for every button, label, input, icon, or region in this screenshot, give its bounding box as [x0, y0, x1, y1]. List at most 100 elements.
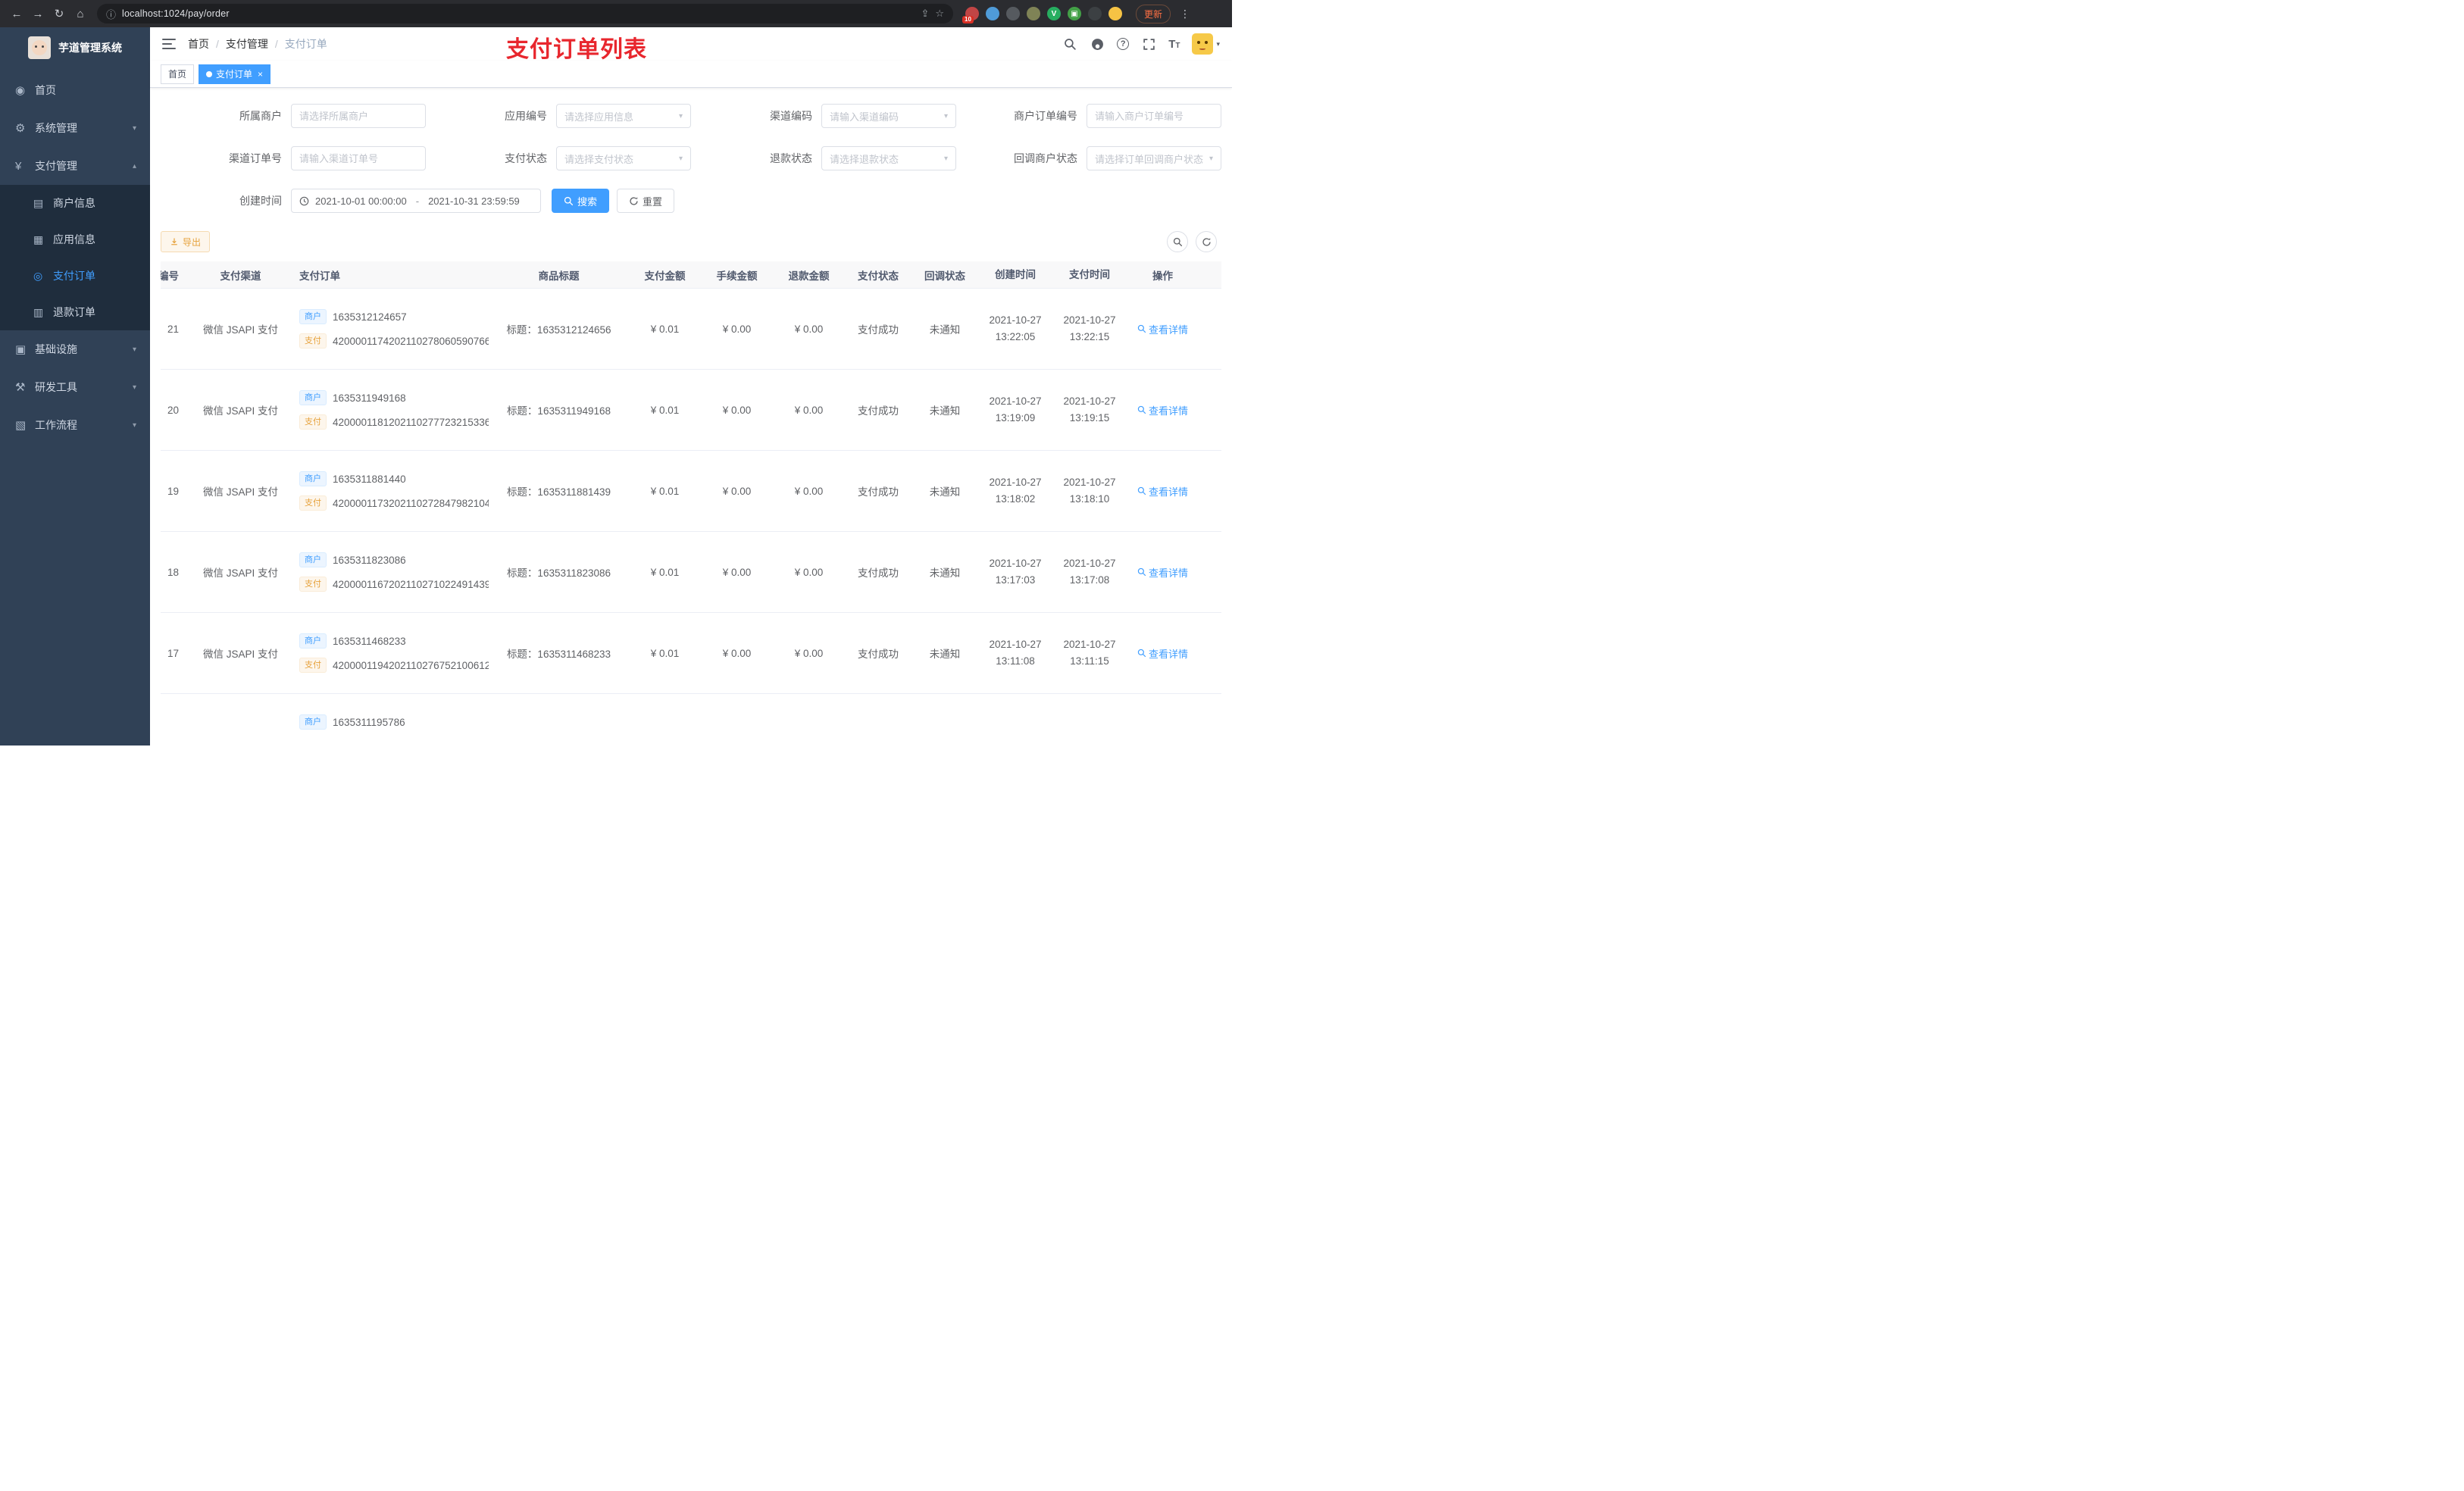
fee-amount: ¥ 0.00	[722, 404, 752, 416]
dashboard-icon: ◉	[15, 84, 26, 97]
merchant-order-no-input[interactable]	[1087, 104, 1221, 128]
pay-time	[1052, 728, 1127, 740]
bookmark-star-icon[interactable]: ☆	[935, 8, 944, 20]
sidebar-menu: ◉ 首页 ⚙ 系统管理 ▾ ¥ 支付管理 ▴ ▤ 商户信息 ▦ 应用信息 ◎ 支…	[0, 68, 150, 444]
app-id-select[interactable]: 请选择应用信息 ▾	[556, 104, 691, 128]
grid-icon: ▦	[33, 233, 44, 245]
extension-circle-icon[interactable]	[1006, 7, 1020, 20]
payment-submenu: ▤ 商户信息 ▦ 应用信息 ◎ 支付订单 ▥ 退款订单	[0, 185, 150, 330]
help-icon[interactable]: ?	[1117, 38, 1130, 50]
sidebar-item-refund-order[interactable]: ▥ 退款订单	[0, 294, 150, 330]
refund-amount: ¥ 0.00	[794, 647, 824, 659]
refund-status-select[interactable]: 请选择退款状态 ▾	[821, 146, 956, 170]
filter-create-time: 创建时间	[161, 189, 291, 213]
view-detail-link[interactable]: 查看详情	[1137, 646, 1188, 661]
export-button[interactable]: 导出	[161, 231, 211, 252]
share-icon[interactable]: ⇪	[921, 8, 929, 20]
breadcrumb-home[interactable]: 首页	[188, 36, 209, 52]
refund-amount: ¥ 0.00	[794, 485, 824, 497]
user-menu[interactable]: ▾	[1192, 33, 1220, 55]
sidebar-item-payment[interactable]: ¥ 支付管理 ▴	[0, 147, 150, 185]
merchant-input[interactable]	[291, 104, 426, 128]
page-title-annotation: 支付订单列表	[506, 37, 647, 62]
search-icon	[1137, 486, 1146, 495]
tab-pay-order[interactable]: 支付订单 ×	[199, 64, 271, 84]
chat-extension-icon[interactable]: ▣	[1068, 7, 1081, 20]
view-detail-link[interactable]: 查看详情	[1137, 403, 1188, 417]
channel-code-select[interactable]: 请输入渠道编码 ▾	[821, 104, 956, 128]
forward-button[interactable]: →	[29, 5, 47, 23]
navbar-actions: ? TT ▾	[1062, 33, 1220, 55]
fullscreen-icon[interactable]	[1141, 36, 1156, 52]
sidebar-item-merchant-info[interactable]: ▤ 商户信息	[0, 185, 150, 221]
merchant-tag: 商户	[299, 471, 327, 486]
v-logo-icon[interactable]: V	[1047, 7, 1061, 20]
breadcrumb: 首页 / 支付管理 / 支付订单	[188, 36, 327, 52]
create-time: 2021-10-27 13:17:03	[989, 558, 1042, 586]
site-info-icon[interactable]: ⓘ	[106, 7, 116, 21]
channel-order-no-input[interactable]	[291, 146, 426, 170]
pin-extension-icon[interactable]	[1088, 7, 1102, 20]
hamburger-icon[interactable]	[162, 39, 176, 49]
view-detail-link[interactable]: 查看详情	[1137, 484, 1188, 499]
notify-status-select[interactable]: 请选择订单回调商户状态 ▾	[1087, 146, 1221, 170]
extension-olive-icon[interactable]	[1027, 7, 1040, 20]
filter-notify-status: 回调商户状态 请选择订单回调商户状态 ▾	[956, 146, 1221, 170]
chevron-down-icon: ▾	[1209, 154, 1213, 163]
reset-button[interactable]: 重置	[617, 189, 675, 213]
sidebar: 芋道管理系统 ◉ 首页 ⚙ 系统管理 ▾ ¥ 支付管理 ▴ ▤ 商户信息 ▦ 应…	[0, 27, 150, 746]
date-end: 2021-10-31 23:59:59	[428, 195, 520, 207]
drop-pin-icon[interactable]	[986, 7, 999, 20]
search-icon[interactable]	[1062, 36, 1077, 52]
browser-menu-icon[interactable]: ⋮	[1175, 8, 1195, 20]
yen-icon: ¥	[15, 159, 22, 173]
product-title: 标题：1635312124656	[506, 324, 611, 336]
pay-channel: 微信 JSAPI 支付	[202, 324, 278, 336]
notify-status: 未通知	[929, 486, 961, 498]
tab-home[interactable]: 首页	[161, 64, 195, 84]
close-icon[interactable]: ×	[258, 69, 263, 80]
merchant-order-no: 1635311823086	[333, 554, 406, 566]
avatar	[1192, 33, 1214, 55]
pay-time: 2021-10-27 13:17:08	[1063, 558, 1116, 586]
sidebar-item-pay-order[interactable]: ◎ 支付订单	[0, 258, 150, 294]
actions-cell: 查看详情	[1127, 640, 1199, 667]
view-detail-link[interactable]: 查看详情	[1137, 565, 1188, 580]
search-icon	[564, 196, 574, 205]
breadcrumb-payment[interactable]: 支付管理	[226, 36, 268, 52]
back-button[interactable]: ←	[8, 5, 26, 23]
filter-refund-status: 退款状态 请选择退款状态 ▾	[691, 146, 956, 170]
search-button[interactable]: 搜索	[552, 189, 610, 213]
sidebar-item-workflow[interactable]: ▧ 工作流程 ▾	[0, 406, 150, 444]
create-time-range-picker[interactable]: 2021-10-01 00:00:00 - 2021-10-31 23:59:5…	[291, 189, 541, 213]
app-logo[interactable]: 芋道管理系统	[0, 27, 150, 68]
refresh-table-button[interactable]	[1196, 231, 1217, 252]
sidebar-item-home[interactable]: ◉ 首页	[0, 71, 150, 109]
refund-amount: ¥ 0.00	[794, 323, 824, 335]
home-button[interactable]: ⌂	[71, 5, 89, 23]
view-detail-link[interactable]: 查看详情	[1137, 322, 1188, 336]
update-button[interactable]: 更新	[1136, 4, 1171, 23]
font-size-icon[interactable]: TT	[1168, 38, 1180, 51]
reload-button[interactable]: ↻	[50, 5, 68, 23]
github-icon[interactable]	[1090, 36, 1105, 52]
emoji-extension-icon[interactable]	[1108, 7, 1122, 20]
search-icon	[1137, 649, 1146, 658]
pay-amount: ¥ 0.01	[650, 404, 680, 416]
create-time: 2021-10-27 13:11:08	[989, 639, 1042, 667]
url-text[interactable]: localhost:1024/pay/order	[122, 8, 915, 19]
pay-amount: ¥ 0.01	[650, 323, 680, 335]
search-icon	[1137, 405, 1146, 414]
extension-grid-icon[interactable]: 10	[962, 7, 979, 23]
table-header: 编号 支付渠道 支付订单 商品标题 支付金额 手续金额 退款金额 支付状态 回调…	[161, 261, 1221, 289]
pay-status-select[interactable]: 请选择支付状态 ▾	[556, 146, 691, 170]
show-search-button[interactable]	[1167, 231, 1188, 252]
sidebar-item-infrastructure[interactable]: ▣ 基础设施 ▾	[0, 330, 150, 368]
address-bar[interactable]: ⓘ localhost:1024/pay/order ⇪ ☆	[97, 4, 953, 23]
refresh-icon	[630, 196, 638, 205]
sidebar-item-app-info[interactable]: ▦ 应用信息	[0, 221, 150, 258]
sidebar-item-dev-tools[interactable]: ⚒ 研发工具 ▾	[0, 368, 150, 406]
sidebar-item-system[interactable]: ⚙ 系统管理 ▾	[0, 109, 150, 147]
notify-status: 未通知	[929, 649, 961, 660]
merchant-tag: 商户	[299, 390, 327, 405]
